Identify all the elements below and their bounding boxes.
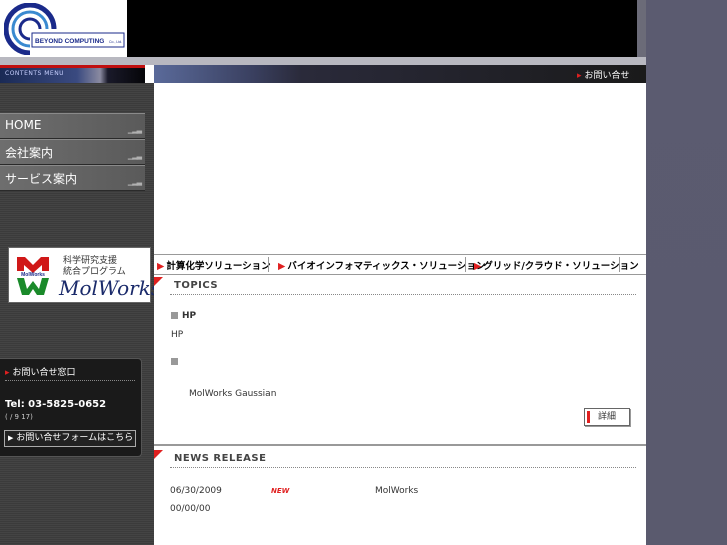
molworks-icon-text: MolWorks	[21, 272, 45, 278]
sidebar-item-label: サービス案内	[5, 172, 78, 186]
triangle-right-icon: ▸	[5, 368, 10, 378]
sidebar-item-services[interactable]: サービス案内 ▁▂▃	[0, 165, 145, 191]
topic-item-title-text: HP	[182, 311, 197, 321]
contact-hours: ( / 9 17)	[5, 413, 33, 421]
molworks-logo-icon: MolWorks	[17, 257, 49, 295]
corner-accent	[154, 450, 163, 459]
topics-title: TOPICS	[174, 280, 219, 291]
bars-icon: ▁▂▃	[127, 152, 142, 160]
sidebar-item-label: HOME	[5, 118, 42, 132]
news-divider	[154, 444, 646, 446]
corner-accent	[154, 277, 163, 286]
topic-item-title[interactable]	[171, 357, 182, 367]
triangle-right-icon: ▶	[157, 261, 165, 272]
topics-section-header: TOPICS	[154, 277, 646, 295]
header-contact-label: お問い合せ	[584, 71, 630, 81]
sidebar-item-company[interactable]: 会社案内 ▁▂▃	[0, 139, 145, 165]
solution-link-label: バイオインフォマティックス・ソリューション	[287, 261, 486, 272]
accent-bar-icon	[587, 410, 590, 423]
contact-box-title: ▸ お問い合せ窓口	[5, 365, 76, 378]
triangle-right-icon: ▶	[278, 261, 286, 272]
solution-link-label: グリッド/クラウド・ソリューション	[483, 261, 639, 272]
bars-icon: ▁▂▃	[127, 126, 142, 134]
detail-button-label: 詳細	[598, 412, 617, 422]
main-top-bar	[154, 65, 646, 83]
topic-item-title[interactable]: HP	[171, 311, 196, 321]
news-date: 00/00/00	[170, 504, 211, 514]
solution-link-computational-chemistry[interactable]: ▶ 計算化学ソリューション	[157, 258, 271, 272]
molworks-name: MolWorks	[59, 276, 162, 300]
main-content	[154, 83, 646, 545]
contact-form-link-label: お問い合せフォームはこちら	[16, 433, 134, 443]
header-edge	[637, 0, 646, 65]
contents-menu-accent	[0, 65, 145, 68]
solution-link-label: 計算化学ソリューション	[166, 261, 271, 272]
contact-phone: Tel: 03-5825-0652	[5, 399, 107, 410]
sidebar-item-label: 会社案内	[5, 146, 54, 160]
triangle-right-icon: ▸	[577, 71, 582, 81]
news-title: NEWS RELEASE	[174, 453, 267, 464]
molworks-banner[interactable]: MolWorks 科学研究支援 統合プログラム MolWorks	[8, 247, 161, 303]
square-bullet-icon	[171, 312, 178, 319]
solutions-nav: ▶ 計算化学ソリューション ▶ バイオインフォマティックス・ソリューション ▶ グリッ…	[154, 254, 646, 275]
divider	[5, 380, 135, 381]
header-banner	[127, 0, 637, 57]
bars-icon: ▁▂▃	[127, 178, 142, 186]
contents-menu-spacer	[145, 65, 154, 83]
contents-menu-label: CONTENTS MENU	[5, 70, 65, 77]
divider	[619, 257, 620, 272]
news-date: 06/30/2009	[170, 486, 222, 496]
header-divider	[0, 57, 646, 65]
beyond-computing-logo-icon: BEYOND COMPUTING Co., Ltd.	[4, 3, 125, 55]
solution-link-bioinformatics[interactable]: ▶ バイオインフォマティックス・ソリューション	[278, 258, 485, 272]
divider	[170, 467, 636, 468]
new-badge: NEW	[271, 487, 290, 495]
contact-box: ▸ お問い合せ窓口 Tel: 03-5825-0652 ( / 9 17) ▶ お問…	[0, 358, 142, 457]
logo-company-suffix: Co., Ltd.	[109, 40, 122, 44]
divider	[268, 257, 269, 272]
company-logo[interactable]: BEYOND COMPUTING Co., Ltd.	[0, 0, 127, 57]
contact-box-title-text: お問い合せ窓口	[12, 368, 76, 378]
triangle-right-icon: ▶	[474, 261, 482, 272]
news-headline[interactable]: MolWorks	[375, 486, 418, 496]
solution-link-grid-cloud[interactable]: ▶ グリッド/クラウド・ソリューション	[474, 258, 639, 272]
divider	[465, 257, 466, 272]
topic-item-body: HP	[171, 330, 184, 340]
logo-company-name: BEYOND COMPUTING	[35, 38, 104, 45]
sidebar-item-home[interactable]: HOME ▁▂▃	[0, 113, 145, 139]
right-background-strip	[646, 0, 727, 545]
divider	[170, 294, 636, 295]
news-section-header: NEWS RELEASE	[154, 450, 646, 468]
topic-item-body: MolWorks Gaussian	[189, 389, 277, 399]
triangle-right-icon: ▶	[8, 434, 14, 442]
detail-button[interactable]: 詳細	[584, 408, 630, 426]
header-contact-link[interactable]: ▸ お問い合せ	[577, 68, 630, 81]
square-bullet-icon	[171, 358, 178, 365]
contact-form-link[interactable]: ▶ お問い合せフォームはこちら	[4, 430, 136, 447]
